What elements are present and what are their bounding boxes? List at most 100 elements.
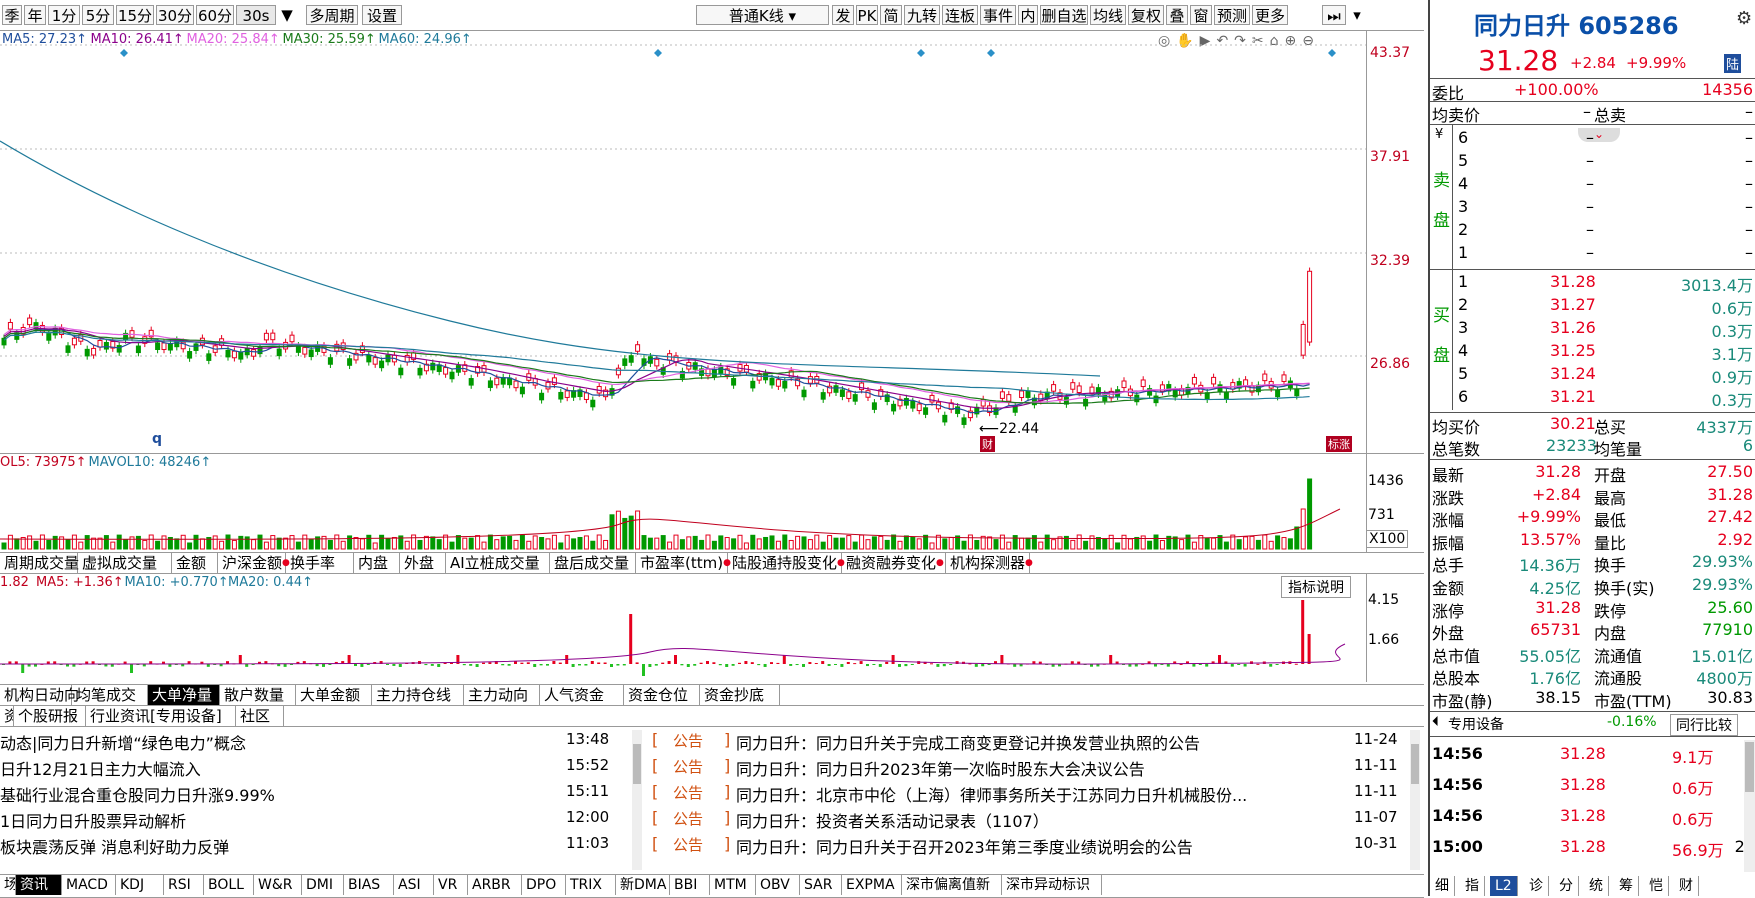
candle-body[interactable]: [622, 358, 628, 366]
buy-level-row[interactable]: 5 31.24 0.9万: [1430, 364, 1755, 387]
bottom-indicator-tab[interactable]: MACD: [62, 875, 116, 895]
period-button[interactable]: 30s: [236, 5, 276, 25]
candle-body[interactable]: [1076, 385, 1082, 394]
candle-body[interactable]: [155, 342, 161, 350]
bottom-indicator-tab[interactable]: ASI: [394, 875, 434, 895]
toolbar-button[interactable]: 发: [832, 5, 854, 25]
candle-body[interactable]: [91, 347, 97, 356]
candle-body[interactable]: [846, 391, 852, 399]
candle-body[interactable]: [1025, 390, 1031, 398]
sell-level-row[interactable]: 4 – –: [1430, 174, 1755, 196]
indicator-tab[interactable]: 陆股通持股变化●: [728, 553, 845, 573]
candle-body[interactable]: [891, 403, 897, 412]
news-tab[interactable]: 社区: [236, 706, 284, 726]
candle-body[interactable]: [494, 377, 500, 386]
candle-body[interactable]: [103, 342, 109, 350]
bottom-indicator-tab[interactable]: OBV: [756, 875, 800, 895]
bottom-indicator-tab[interactable]: DMI: [302, 875, 344, 895]
candle-body[interactable]: [97, 340, 103, 348]
toolbar-button[interactable]: 连板: [942, 5, 978, 25]
candle-body[interactable]: [251, 349, 257, 357]
candle-body[interactable]: [782, 380, 788, 389]
event-marker-icon[interactable]: [1328, 49, 1336, 57]
bottom-indicator-tab[interactable]: EXPMA: [842, 875, 902, 895]
bottom-indicator-tab[interactable]: 资讯: [16, 875, 62, 895]
candle-body[interactable]: [923, 407, 929, 415]
toolbar-button[interactable]: PK: [856, 5, 878, 25]
buy-level-row[interactable]: 4 31.25 3.1万: [1430, 341, 1755, 364]
toolbar-button[interactable]: 内: [1018, 5, 1038, 25]
bottom-indicator-tab[interactable]: KDJ: [116, 875, 164, 895]
candle-body[interactable]: [865, 390, 871, 398]
fund-flow-tab[interactable]: 散户数量: [220, 685, 296, 705]
candle-body[interactable]: [859, 382, 865, 391]
candle-body[interactable]: [916, 403, 922, 412]
candle-body[interactable]: [1281, 374, 1287, 382]
fund-flow-tab[interactable]: 均笔成交: [72, 685, 148, 705]
news-item-title[interactable]: 板块震荡反弹 消息利好助力反弹: [0, 834, 229, 858]
candle-body[interactable]: [942, 414, 948, 423]
sell-level-row[interactable]: 6 – –: [1430, 128, 1755, 150]
quote-bottom-tab[interactable]: 统: [1584, 876, 1609, 896]
candle-body[interactable]: [187, 351, 193, 359]
candle-body[interactable]: [289, 334, 295, 343]
candle-body[interactable]: [161, 342, 167, 351]
sector-name[interactable]: 专用设备: [1448, 714, 1504, 734]
quote-bottom-tab[interactable]: 筹: [1614, 876, 1639, 896]
candle-body[interactable]: [27, 317, 33, 326]
candle-body[interactable]: [295, 345, 301, 353]
candle-body[interactable]: [1223, 392, 1229, 400]
candle-body[interactable]: [513, 380, 519, 389]
candle-body[interactable]: [372, 357, 378, 365]
big-order-panel[interactable]: 1.82 MA5: +1.36↑ MA10: +0.770↑ MA20: 0.44↑ …: [0, 574, 1424, 682]
bottom-indicator-tab[interactable]: VR: [434, 875, 468, 895]
quote-bottom-tab[interactable]: 细: [1430, 876, 1455, 896]
candle-body[interactable]: [1262, 373, 1268, 382]
candle-body[interactable]: [366, 354, 372, 363]
sell-level-row[interactable]: 5 – –: [1430, 151, 1755, 173]
fund-flow-tab[interactable]: 主力动向: [464, 685, 540, 705]
candle-body[interactable]: [443, 367, 449, 375]
period-button[interactable]: 30分: [156, 5, 194, 25]
period-button[interactable]: 年: [24, 5, 46, 25]
candle-body[interactable]: [590, 399, 596, 408]
event-marker-icon[interactable]: [654, 49, 662, 57]
event-marker-icon[interactable]: [120, 49, 128, 57]
period-button[interactable]: 60分: [196, 5, 234, 25]
period-button[interactable]: 5分: [82, 5, 114, 25]
fund-flow-tab[interactable]: 大单金额: [296, 685, 372, 705]
bottom-indicator-tab[interactable]: SAR: [800, 875, 842, 895]
candle-body[interactable]: [327, 357, 333, 365]
fund-flow-tab[interactable]: 资金仓位: [624, 685, 700, 705]
quote-bottom-tab[interactable]: 恺: [1644, 876, 1669, 896]
bottom-indicator-tab[interactable]: 深市异动标识: [1002, 875, 1102, 895]
toolbar-button[interactable]: 均线: [1090, 5, 1126, 25]
candle-body[interactable]: [705, 368, 711, 377]
buy-level-row[interactable]: 1 31.28 3013.4万: [1430, 272, 1755, 295]
toolbar-button[interactable]: 窗: [1190, 5, 1212, 25]
candle-body[interactable]: [46, 333, 52, 341]
fund-flow-tab[interactable]: 主力持仓线: [372, 685, 464, 705]
candle-body[interactable]: [225, 349, 231, 358]
announce-title[interactable]: 同力日升：北京市中伦（上海）律师事务所关于江苏同力日升机械股份...: [736, 782, 1247, 806]
candle-body[interactable]: [558, 391, 564, 400]
candle-body[interactable]: [929, 394, 935, 403]
candle-body[interactable]: [961, 417, 967, 425]
news-tab[interactable]: 资: [0, 706, 14, 726]
candle-body[interactable]: [1140, 379, 1146, 388]
announce-title[interactable]: 同力日升：同力日升2023年第一次临时股东大会决议公告: [736, 756, 1145, 780]
period-button[interactable]: 15分: [116, 5, 154, 25]
indicator-tab[interactable]: 盘后成交量: [550, 553, 636, 573]
more-menu-icon[interactable]: ⏭: [1322, 5, 1346, 25]
quote-bottom-tab[interactable]: L2: [1490, 876, 1518, 896]
candle-body[interactable]: [270, 332, 276, 341]
indicator-tab[interactable]: 外盘: [400, 553, 446, 573]
candle-body[interactable]: [449, 371, 455, 380]
candle-body[interactable]: [398, 367, 404, 376]
candle-body[interactable]: [750, 380, 756, 389]
gear-icon[interactable]: ⚙: [1736, 8, 1752, 29]
multi-period-button[interactable]: 多周期: [306, 5, 358, 25]
fund-flow-tab[interactable]: 大单净量: [148, 685, 220, 705]
candle-body[interactable]: [807, 376, 813, 384]
indicator-tab[interactable]: 虚拟成交量: [78, 553, 172, 573]
